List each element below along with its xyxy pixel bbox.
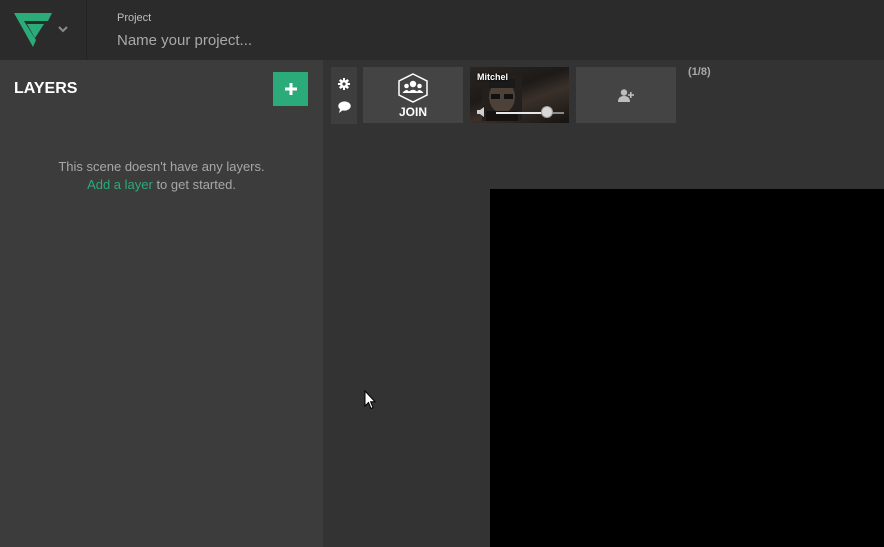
- logo-menu[interactable]: [0, 0, 87, 60]
- empty-layers-message: This scene doesn't have any layers. Add …: [0, 158, 323, 194]
- volume-track[interactable]: [496, 112, 564, 114]
- volume-fill: [496, 112, 547, 114]
- layers-title: LAYERS: [14, 80, 78, 97]
- guest-name: Mitchel: [477, 72, 509, 82]
- stage-area: JOIN Mitchel (1/8): [324, 60, 884, 547]
- scene-canvas[interactable]: [490, 189, 884, 547]
- join-button[interactable]: JOIN: [363, 67, 463, 123]
- top-bar: Project: [0, 0, 884, 60]
- chevron-down-icon: [58, 26, 68, 33]
- invite-guest-button[interactable]: [576, 67, 676, 123]
- volume-icon: [477, 107, 484, 117]
- join-label: JOIN: [398, 105, 427, 119]
- guest-camera-tile[interactable]: Mitchel: [470, 67, 569, 123]
- guest-tools: [331, 67, 357, 124]
- gear-icon: [338, 78, 350, 90]
- app-logo-icon: [14, 13, 52, 47]
- chat-bubble-icon: [337, 101, 351, 113]
- guest-count: (1/8): [688, 66, 711, 78]
- chat-button[interactable]: [336, 99, 352, 115]
- add-user-icon: [618, 88, 634, 102]
- group-icon: [398, 73, 428, 103]
- empty-layers-text: This scene doesn't have any layers.: [58, 159, 265, 174]
- volume-slider-handle[interactable]: [541, 106, 553, 118]
- project-label: Project: [117, 12, 152, 24]
- add-layer-button[interactable]: [273, 72, 308, 106]
- plus-icon: [284, 83, 297, 95]
- add-layer-link[interactable]: Add a layer: [87, 177, 153, 192]
- layers-panel: LAYERS This scene doesn't have any layer…: [0, 60, 323, 547]
- empty-layers-suffix: to get started.: [152, 177, 236, 192]
- mouse-pointer-icon: [364, 390, 376, 410]
- settings-button[interactable]: [336, 76, 352, 92]
- project-name-input[interactable]: [117, 29, 517, 51]
